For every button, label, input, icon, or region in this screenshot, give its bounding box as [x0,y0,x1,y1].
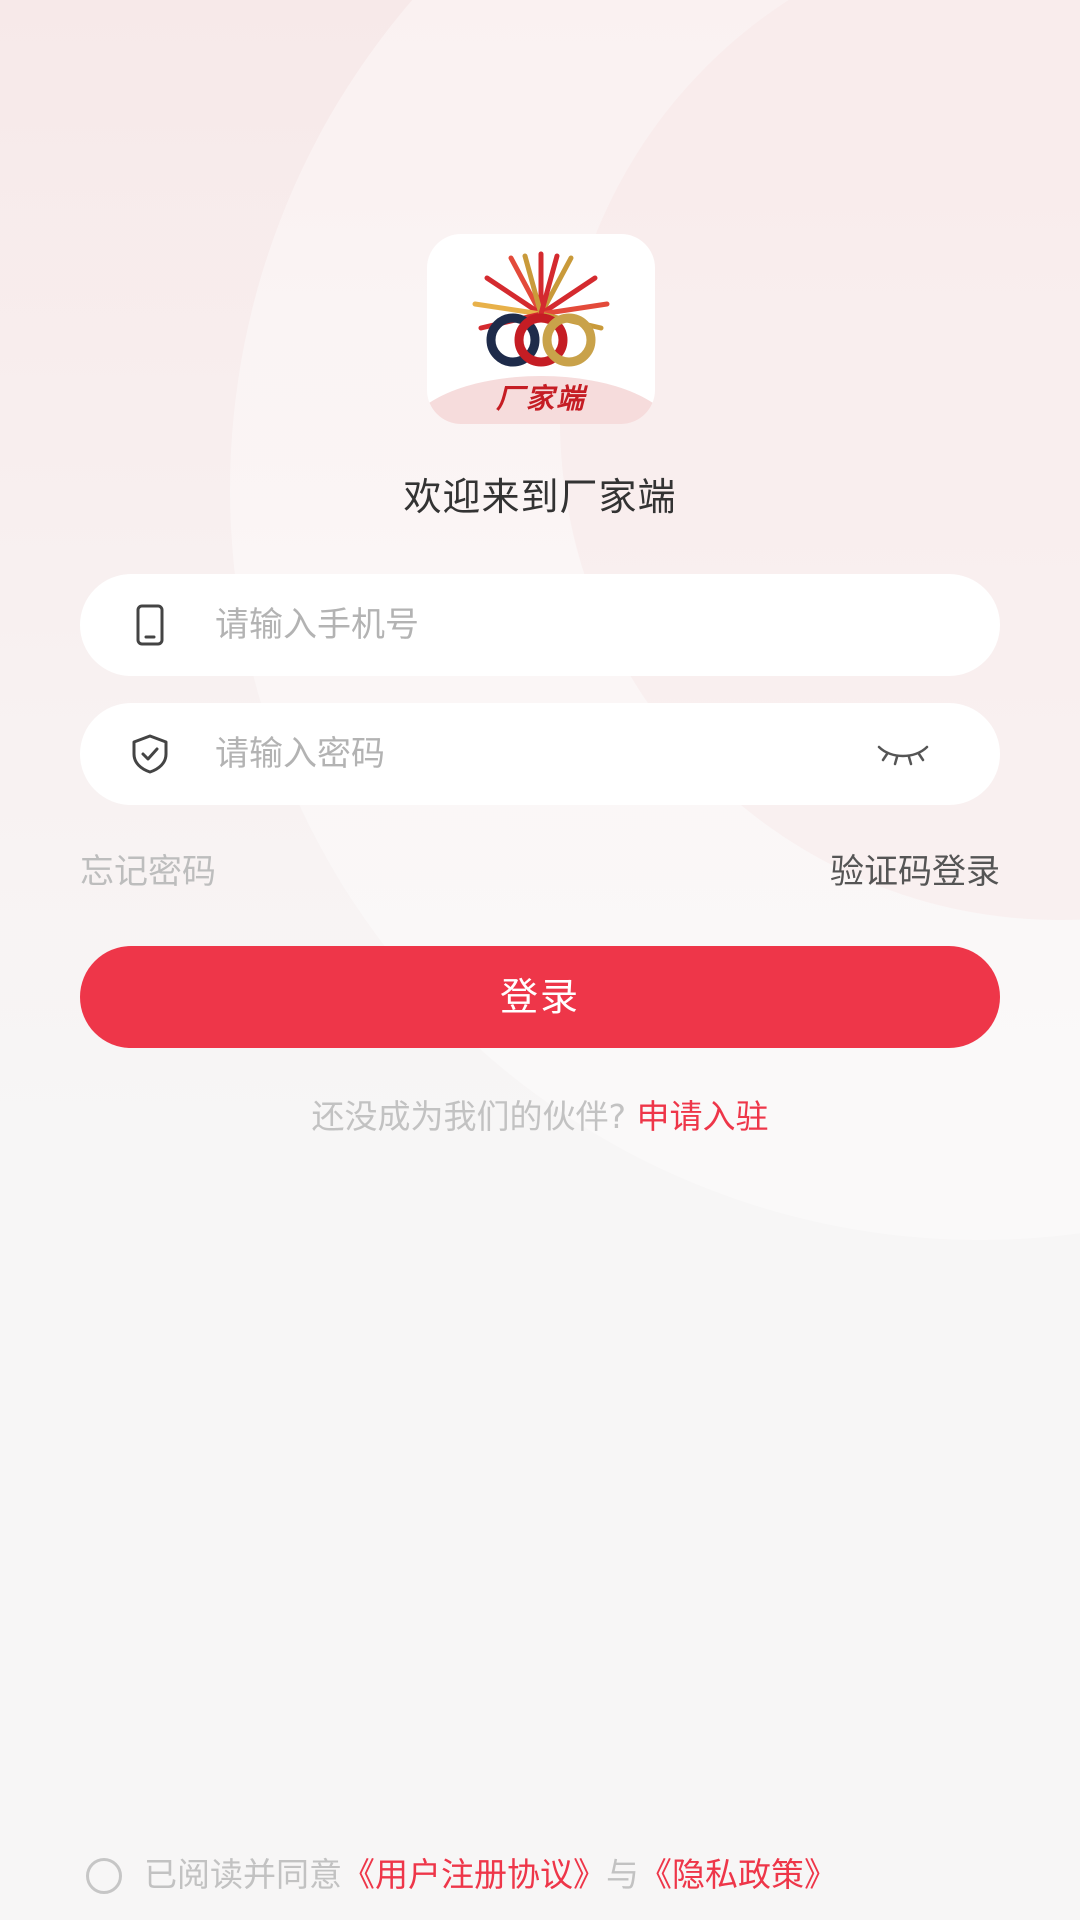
password-input[interactable] [215,703,835,805]
user-agreement-link[interactable]: 《用户注册协议》 [342,1855,606,1894]
fireworks-rings-icon [472,251,610,367]
agreement-row: 已阅读并同意《用户注册协议》与《隐私政策》 [86,1848,837,1896]
logo-text: 厂家端 [495,382,586,415]
phone-field[interactable] [80,574,1000,676]
phone-input[interactable] [215,574,835,676]
phone-icon [136,604,164,646]
login-button[interactable]: 登录 [80,946,1000,1048]
password-field[interactable] [80,703,1000,805]
forgot-password-link[interactable]: 忘记密码 [80,844,216,893]
radio-circle-icon[interactable] [86,1858,122,1894]
agreement-and: 与 [606,1855,639,1894]
privacy-policy-link[interactable]: 《隐私政策》 [639,1855,837,1894]
app-logo: 厂家端 [427,234,655,424]
shield-check-icon [132,734,168,774]
partner-prompt-text: 还没成为我们的伙伴? [311,1097,626,1136]
apply-join-link[interactable]: 申请入驻 [637,1097,769,1136]
welcome-title: 欢迎来到厂家端 [403,475,677,519]
agreement-prefix: 已阅读并同意 [144,1855,342,1894]
code-login-link[interactable]: 验证码登录 [830,844,1000,893]
eye-closed-icon[interactable] [875,733,931,773]
partner-prompt: 还没成为我们的伙伴? 申请入驻 [0,1090,1080,1138]
